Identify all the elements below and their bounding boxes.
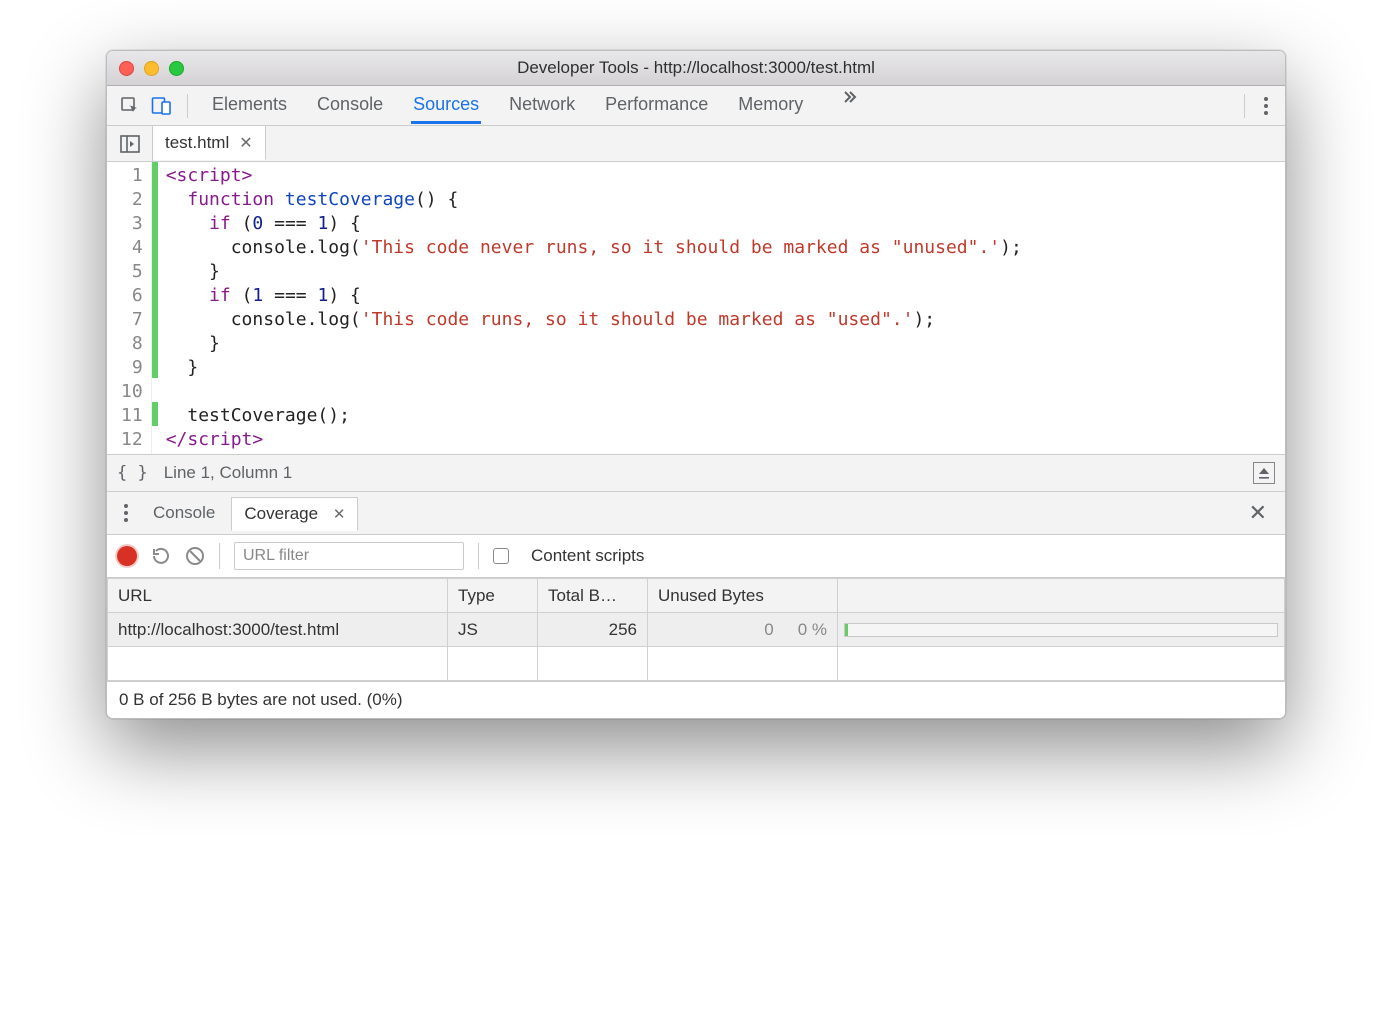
file-tab-bar: test.html ✕: [107, 126, 1285, 162]
collapse-drawer-icon[interactable]: [1253, 462, 1275, 484]
line-number: 11: [107, 404, 151, 428]
close-icon[interactable]: ✕: [239, 133, 252, 153]
cell-total: 256: [538, 613, 648, 647]
content-scripts-label: Content scripts: [531, 546, 644, 566]
coverage-summary: 0 B of 256 B bytes are not used. (0%): [107, 681, 1285, 718]
tab-sources[interactable]: Sources: [411, 87, 481, 124]
device-toolbar-icon[interactable]: [149, 93, 175, 119]
titlebar: Developer Tools - http://localhost:3000/…: [107, 51, 1285, 86]
drawer-tab-label: Coverage: [244, 504, 318, 523]
line-number: 1: [107, 164, 151, 188]
table-row-empty: [108, 647, 1285, 681]
separator: [478, 543, 479, 569]
navigator-toggle-icon[interactable]: [107, 126, 153, 161]
line-number: 7: [107, 308, 151, 332]
line-number: 8: [107, 332, 151, 356]
drawer-tab-console[interactable]: Console: [141, 497, 227, 529]
line-number: 12: [107, 428, 151, 452]
separator: [1244, 94, 1245, 118]
line-gutter: 1 2 3 4 5 6 7 8 9 10 11 12: [107, 162, 152, 454]
code-editor[interactable]: 1 2 3 4 5 6 7 8 9 10 11 12 <script> func…: [107, 162, 1285, 454]
code-content[interactable]: <script> function testCoverage() { if (0…: [158, 162, 1030, 454]
line-number: 3: [107, 212, 151, 236]
minimize-window-button[interactable]: [144, 61, 159, 76]
drawer-tab-coverage[interactable]: Coverage ✕: [231, 497, 358, 531]
table-header-row: URL Type Total B… Unused Bytes: [108, 579, 1285, 613]
more-tabs-icon[interactable]: [839, 87, 859, 124]
tab-network[interactable]: Network: [507, 87, 577, 124]
file-tab-label: test.html: [165, 133, 229, 153]
settings-kebab-icon[interactable]: [1257, 96, 1275, 116]
cell-type: JS: [448, 613, 538, 647]
line-number: 10: [107, 380, 151, 404]
cell-url: http://localhost:3000/test.html: [108, 613, 448, 647]
tab-elements[interactable]: Elements: [210, 87, 289, 124]
line-number: 2: [107, 188, 151, 212]
coverage-toolbar: Content scripts: [107, 534, 1285, 578]
line-number: 5: [107, 260, 151, 284]
record-button[interactable]: [117, 546, 137, 566]
col-type[interactable]: Type: [448, 579, 538, 613]
table-row[interactable]: http://localhost:3000/test.html JS 256 0…: [108, 613, 1285, 647]
content-scripts-checkbox[interactable]: [493, 548, 509, 564]
file-tab-test-html[interactable]: test.html ✕: [153, 125, 266, 160]
line-number: 6: [107, 284, 151, 308]
coverage-table: URL Type Total B… Unused Bytes http://lo…: [107, 578, 1285, 681]
unused-pct: 0 %: [798, 620, 827, 640]
tab-memory[interactable]: Memory: [736, 87, 805, 124]
col-bar: [838, 579, 1285, 613]
unused-count: 0: [764, 620, 773, 640]
reload-icon[interactable]: [151, 546, 171, 566]
separator: [187, 94, 188, 118]
cell-unused: 0 0 %: [648, 613, 838, 647]
col-unused-bytes[interactable]: Unused Bytes: [648, 579, 838, 613]
drawer-close-icon[interactable]: ✕: [1239, 500, 1277, 526]
tab-performance[interactable]: Performance: [603, 87, 710, 124]
drawer-tabs: Console Coverage ✕ ✕: [107, 492, 1285, 534]
editor-status-bar: { } Line 1, Column 1: [107, 454, 1285, 492]
clear-icon[interactable]: [185, 546, 205, 566]
line-number: 4: [107, 236, 151, 260]
separator: [219, 543, 220, 569]
zoom-window-button[interactable]: [169, 61, 184, 76]
close-window-button[interactable]: [119, 61, 134, 76]
pretty-print-icon[interactable]: { }: [117, 463, 148, 483]
main-tabs: Elements Console Sources Network Perform…: [210, 87, 1232, 124]
usage-bar: [844, 623, 1278, 637]
col-total-bytes[interactable]: Total B…: [538, 579, 648, 613]
traffic-lights: [119, 61, 184, 76]
inspect-element-icon[interactable]: [117, 93, 143, 119]
col-url[interactable]: URL: [108, 579, 448, 613]
main-toolbar: Elements Console Sources Network Perform…: [107, 86, 1285, 126]
cursor-position: Line 1, Column 1: [164, 463, 293, 483]
url-filter-input[interactable]: [234, 542, 464, 570]
cell-bar: [838, 613, 1285, 647]
line-number: 9: [107, 356, 151, 380]
tab-console[interactable]: Console: [315, 87, 385, 124]
devtools-window: Developer Tools - http://localhost:3000/…: [106, 50, 1286, 719]
drawer-kebab-icon[interactable]: [115, 503, 137, 523]
window-title: Developer Tools - http://localhost:3000/…: [107, 58, 1285, 78]
close-icon[interactable]: ✕: [333, 506, 346, 523]
